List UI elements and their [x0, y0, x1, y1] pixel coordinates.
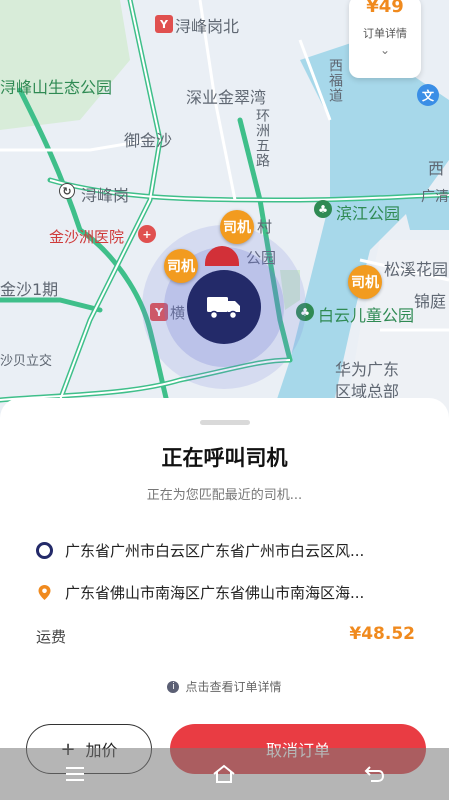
place-icon: 文 — [417, 84, 439, 106]
order-detail-float[interactable]: ¥49 订单详情 ⌄ — [349, 0, 421, 78]
order-detail-link-text: 点击查看订单详情 — [185, 680, 282, 694]
fee-label: 运费 — [36, 628, 67, 646]
map-label-jinsha-phase1: 金沙1期 — [0, 280, 59, 299]
start-address-row: 广东省广州市白云区广东省广州市白云区风... — [36, 540, 416, 561]
back-icon — [364, 766, 385, 782]
map-label-baiyun-children-park: 白云儿童公园 — [318, 306, 415, 325]
park-icon: ♣ — [314, 200, 332, 218]
map-label-xunfengshan-park: 浔峰山生态公园 — [0, 78, 113, 97]
metro-icon: Y — [155, 15, 173, 33]
driver-marker[interactable]: 司机 — [164, 249, 198, 283]
map-label-huanzhou-road: 环洲五路 — [254, 108, 270, 168]
chevron-down-icon: ⌄ — [379, 43, 391, 57]
hospital-icon: + — [138, 225, 156, 243]
home-icon — [213, 764, 236, 783]
calling-driver-sheet: 正在呼叫司机 正在为您匹配最近的司机... 广东省广州市白云区广东省广州市白云区… — [0, 398, 449, 800]
location-pin-icon — [38, 585, 51, 600]
map-label-xunfenggang-north: 浔峰岗北 — [175, 17, 240, 36]
menu-button[interactable] — [53, 754, 97, 794]
order-float-label: 订单详情 — [363, 27, 407, 40]
map-label-jinshazhou-hospital: 金沙洲医院 — [49, 228, 125, 246]
map-label-xunfenggang: 浔峰岗 — [81, 186, 130, 205]
sheet-title: 正在呼叫司机 — [161, 446, 288, 470]
truck-icon — [207, 297, 240, 320]
map-label-shabei-interchange: 沙贝立交 — [0, 354, 53, 369]
map-label-guangqing: 广清 — [421, 189, 449, 205]
sheet-subtitle: 正在为您匹配最近的司机... — [146, 488, 303, 503]
system-navigation-bar — [0, 748, 449, 800]
map-label-jinfeng: 锦庭 — [414, 292, 447, 311]
back-button[interactable] — [352, 754, 396, 794]
start-address: 广东省广州市白云区广东省广州市白云区风... — [65, 542, 365, 560]
map-view[interactable]: 浔峰岗北 Y 浔峰山生态公园 深业金翠湾 御金沙 环洲五路 西福道 浔峰岗 ↻ … — [0, 0, 449, 450]
driver-marker[interactable]: 司机 — [220, 210, 254, 244]
end-address-row: 广东省佛山市南海区广东省佛山市南海区海... — [36, 582, 416, 603]
map-label-xifu-road: 西福道 — [327, 58, 343, 103]
driver-marker-label: 司机 — [223, 220, 251, 236]
fee-value: ¥48.52 — [349, 624, 415, 644]
map-label-shenye-jincuiwan: 深业金翠湾 — [186, 88, 267, 107]
driver-marker-label: 司机 — [351, 275, 379, 291]
driver-marker-label: 司机 — [167, 259, 195, 275]
order-detail-link[interactable]: i 点击查看订单详情 — [0, 678, 449, 695]
map-label-xi: 西 — [428, 159, 445, 178]
home-button[interactable] — [202, 754, 246, 794]
end-address: 广东省佛山市南海区广东省佛山市南海区海... — [65, 584, 365, 602]
map-label-huawei-1: 华为广东 — [335, 360, 400, 379]
map-label-binjiang-park: 滨江公园 — [336, 204, 401, 223]
map-label-songxi-garden: 松溪花园 — [384, 260, 449, 279]
station-icon: ↻ — [59, 183, 75, 199]
info-icon: i — [167, 680, 180, 693]
order-float-price: ¥49 — [366, 0, 404, 17]
start-point-icon — [36, 542, 53, 559]
truck-marker — [187, 270, 261, 344]
sheet-drag-handle[interactable] — [200, 420, 250, 425]
driver-marker[interactable]: 司机 — [348, 265, 382, 299]
map-label-yujinsha: 御金沙 — [124, 131, 173, 150]
menu-icon — [65, 767, 84, 781]
